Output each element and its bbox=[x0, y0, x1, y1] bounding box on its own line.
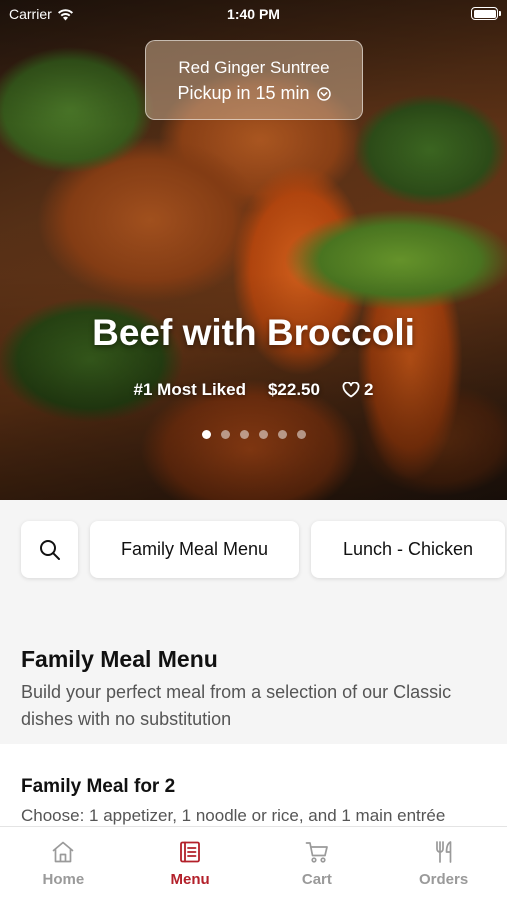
tab-cart-label: Cart bbox=[301, 871, 332, 888]
category-chip-family-meal[interactable]: Family Meal Menu bbox=[90, 521, 299, 578]
carousel-dot[interactable] bbox=[239, 430, 249, 439]
category-chips: Family Meal Menu Lunch - Chicken bbox=[0, 500, 507, 610]
section-title: Family Meal Menu bbox=[21, 646, 218, 672]
like-button[interactable]: 2 bbox=[342, 380, 373, 400]
carousel-dot[interactable] bbox=[296, 430, 306, 439]
menu-icon bbox=[180, 841, 201, 863]
tab-orders-label: Orders bbox=[419, 871, 469, 888]
carousel-dots[interactable] bbox=[0, 430, 507, 439]
tab-menu[interactable]: Menu bbox=[127, 827, 254, 900]
heart-icon bbox=[342, 382, 360, 398]
pickup-eta: Pickup in 15 min bbox=[177, 83, 310, 103]
carousel-dot[interactable] bbox=[220, 430, 230, 439]
chevron-down-circle-icon bbox=[316, 86, 331, 101]
menu-item-title: Family Meal for 2 bbox=[21, 776, 176, 797]
battery-icon bbox=[471, 7, 501, 20]
tab-orders[interactable]: Orders bbox=[380, 827, 507, 900]
pickup-location-button[interactable]: Red Ginger Suntree Pickup in 15 min bbox=[145, 40, 363, 120]
dish-price: $22.50 bbox=[267, 380, 320, 399]
dish-meta: #1 Most Liked $22.50 2 bbox=[0, 380, 507, 400]
status-bar: Carrier 1:40 PM bbox=[0, 0, 507, 28]
tab-menu-label: Menu bbox=[170, 871, 210, 888]
menu-section-header: Family Meal Menu Build your perfect meal… bbox=[0, 610, 507, 744]
search-button[interactable] bbox=[21, 521, 78, 578]
carousel-dot[interactable] bbox=[277, 430, 287, 439]
dish-title: Beef with Broccoli bbox=[92, 312, 415, 353]
carousel-dot[interactable] bbox=[201, 430, 211, 439]
home-icon bbox=[53, 841, 74, 863]
cart-icon bbox=[305, 842, 328, 863]
tab-home-label: Home bbox=[42, 871, 85, 888]
tab-bar: Home Menu Cart Orders bbox=[0, 826, 507, 900]
menu-item[interactable]: Family Meal for 2 Choose: 1 appetizer, 1… bbox=[0, 744, 507, 834]
tab-cart[interactable]: Cart bbox=[254, 827, 381, 900]
search-icon bbox=[39, 539, 60, 560]
menu-item-description: Choose: 1 appetizer, 1 noodle or rice, a… bbox=[21, 806, 446, 825]
restaurant-name: Red Ginger Suntree bbox=[178, 58, 330, 77]
orders-icon bbox=[435, 841, 451, 863]
status-time: 1:40 PM bbox=[227, 6, 280, 22]
like-count: 2 bbox=[363, 380, 374, 399]
dish-badge: #1 Most Liked bbox=[133, 380, 246, 399]
category-chip-lunch-chicken[interactable]: Lunch - Chicken bbox=[311, 521, 505, 578]
section-description: Build your perfect meal from a selection… bbox=[21, 682, 452, 729]
tab-home[interactable]: Home bbox=[0, 827, 127, 900]
carousel-dot[interactable] bbox=[258, 430, 268, 439]
